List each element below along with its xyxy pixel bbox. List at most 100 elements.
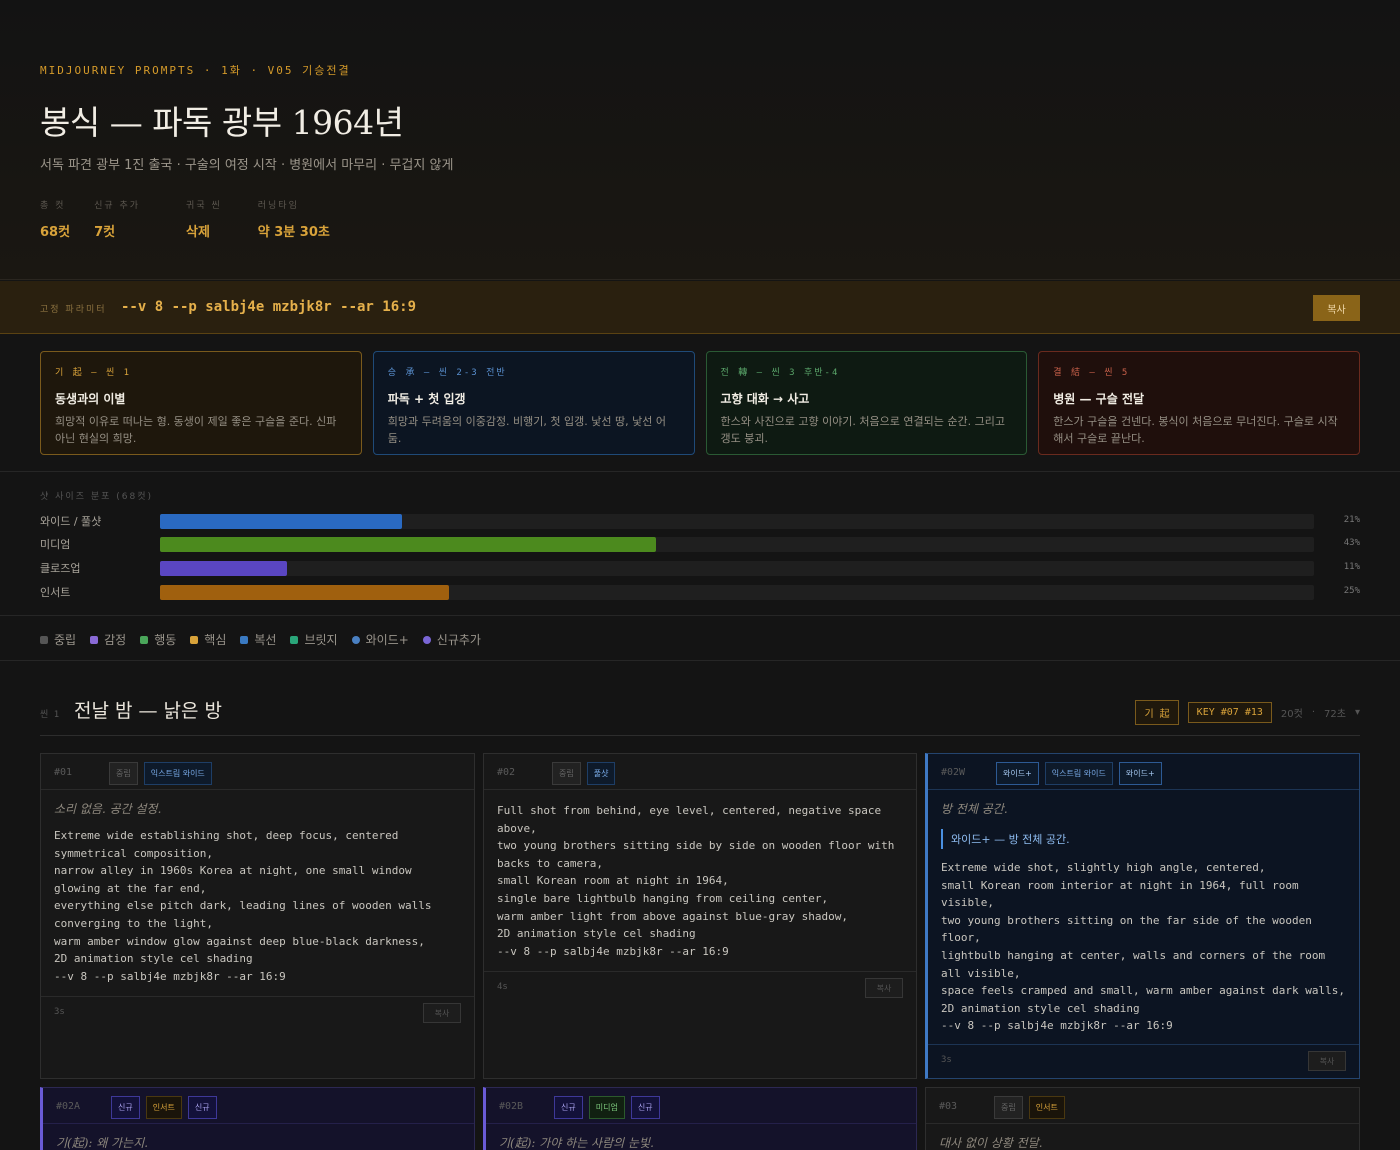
shot-chips: 신규 인서트 신규 bbox=[111, 1096, 217, 1119]
fixed-params-bar: 고정 파라미터 --v 8 --p salbj4e mzbjk8r --ar 1… bbox=[0, 281, 1400, 334]
divider bbox=[0, 615, 1400, 616]
legend-dot-icon bbox=[90, 635, 99, 644]
shot-card-02a[interactable]: #02A 신규 인서트 신규 기(起): 왜 가는지. bbox=[40, 1087, 475, 1150]
legend-item[interactable]: 행동 bbox=[140, 631, 176, 648]
copy-prompt-button[interactable]: 복사 bbox=[423, 1003, 461, 1023]
dist-pct: 25% bbox=[1343, 586, 1360, 596]
shot-id: #02A bbox=[56, 1101, 81, 1112]
page-subtitle: 서독 파견 광부 1진 출국 · 구술의 여정 시작 · 병원에서 마무리 · … bbox=[40, 158, 454, 173]
shot-card-body: 소리 없음. 공간 설정. Extreme wide establishing … bbox=[54, 800, 461, 985]
shot-chip: 중립 bbox=[109, 762, 138, 785]
legend-label: 중립 bbox=[54, 633, 77, 647]
shot-chip: 인서트 bbox=[1028, 1096, 1065, 1119]
legend-item[interactable]: 감정 bbox=[90, 631, 126, 648]
divider bbox=[0, 471, 1400, 472]
legend-item[interactable]: 중립 bbox=[40, 631, 76, 648]
dist-bar-fill bbox=[160, 561, 287, 576]
scene-arc-tag: 기 起 bbox=[1135, 700, 1179, 725]
shot-intent: 대사 없이 상황 전달. bbox=[939, 1136, 1043, 1150]
arc-title: 고향 대화 → 사고 bbox=[720, 392, 810, 406]
legend-dot-icon bbox=[240, 635, 249, 644]
legend-item[interactable]: 핵심 bbox=[190, 631, 226, 648]
shot-card-01[interactable]: #01 중립 익스트림 와이드 소리 없음. 공간 설정. Extreme wi… bbox=[40, 753, 475, 1079]
shot-card-body: 대사 없이 상황 전달. bbox=[939, 1134, 1346, 1150]
legend-label: 감정 bbox=[104, 633, 127, 647]
arc-head: 승 承 — 씬 2-3 전반 bbox=[387, 368, 507, 378]
arc-head: 결 結 — 씬 5 bbox=[1053, 368, 1130, 378]
shot-card-02w[interactable]: #02W 와이드+ 익스트림 와이드 와이드+ 방 전체 공간. 와이드+ — … bbox=[925, 753, 1360, 1079]
stat-label: 총 컷 bbox=[40, 201, 66, 211]
shot-chips: 중립 익스트림 와이드 bbox=[109, 762, 212, 785]
shot-id: #01 bbox=[54, 767, 73, 778]
copy-params-button[interactable]: 복사 bbox=[1313, 295, 1360, 321]
shot-card-03[interactable]: #03 중립 인서트 대사 없이 상황 전달. bbox=[925, 1087, 1360, 1150]
shot-card-body: 기(起): 가야 하는 사람의 눈빛. bbox=[499, 1134, 903, 1150]
shot-chip: 신규 bbox=[630, 1096, 660, 1119]
legend-dot-icon bbox=[190, 635, 199, 644]
arc-card-gyeol[interactable]: 결 結 — 씬 5 병원 — 구슬 전달 한스가 구슬을 건넨다. 봉식이 처음… bbox=[1038, 351, 1360, 455]
shot-intent: 소리 없음. 공간 설정. bbox=[54, 802, 162, 816]
shot-intent: 기(起): 가야 하는 사람의 눈빛. bbox=[499, 1136, 654, 1150]
shot-chip: 풀샷 bbox=[586, 762, 616, 785]
shot-card-body: 기(起): 왜 가는지. bbox=[56, 1134, 461, 1150]
dist-track bbox=[160, 561, 1314, 576]
dist-track bbox=[160, 537, 1314, 552]
dist-pct: 21% bbox=[1343, 515, 1360, 525]
scene-meta: 기 起 KEY #07 #13 20컷 · 72초 ▾ bbox=[1135, 700, 1360, 725]
shot-id: #03 bbox=[939, 1101, 958, 1112]
stat-label: 러닝타임 bbox=[257, 201, 299, 211]
arc-title: 병원 — 구슬 전달 bbox=[1053, 392, 1145, 406]
page-title: 봉식 — 파독 광부 1964년 bbox=[40, 103, 404, 142]
shot-chips: 와이드+ 익스트림 와이드 와이드+ bbox=[996, 762, 1162, 785]
stat-label: 신규 추가 bbox=[94, 201, 141, 211]
legend-label: 행동 bbox=[154, 633, 177, 647]
shot-card-02b[interactable]: #02B 신규 미디엄 신규 기(起): 가야 하는 사람의 눈빛. bbox=[483, 1087, 917, 1150]
shot-chip: 인서트 bbox=[145, 1096, 182, 1119]
legend-dot-icon bbox=[351, 635, 360, 644]
stat-label: 귀국 씬 bbox=[186, 201, 222, 211]
legend-dot-icon bbox=[40, 635, 48, 644]
shot-prompt: Extreme wide shot, slightly high angle, … bbox=[941, 861, 1345, 1033]
shot-card-header: #02 중립 풀샷 bbox=[484, 754, 916, 790]
dist-row-medium: 미디엄 43% bbox=[40, 536, 1360, 552]
legend-item[interactable]: 와이드+ bbox=[351, 631, 409, 648]
shot-prompt: Extreme wide establishing shot, deep foc… bbox=[54, 829, 432, 983]
arc-card-gi[interactable]: 기 起 — 씬 1 동생과의 이별 희망적 이유로 떠나는 형. 동생이 제일 … bbox=[40, 351, 362, 455]
stat-value: 약 3분 30초 bbox=[257, 225, 330, 240]
shot-card-header: #01 중립 익스트림 와이드 bbox=[41, 754, 474, 790]
copy-prompt-button[interactable]: 복사 bbox=[1308, 1051, 1346, 1071]
arc-desc: 희망적 이유로 떠나는 형. 동생이 제일 좋은 구슬을 준다. 신파 아닌 현… bbox=[55, 415, 337, 445]
legend-dot-icon bbox=[140, 635, 149, 644]
arc-card-jeon[interactable]: 전 轉 — 씬 3 후반-4 고향 대화 → 사고 한스와 사진으로 고향 이야… bbox=[705, 351, 1028, 455]
dist-row-wide: 와이드 / 풀샷 21% bbox=[40, 513, 1360, 529]
shot-duration: 4s bbox=[497, 982, 508, 992]
dist-row-closeup: 클로즈업 11% bbox=[40, 560, 1360, 576]
legend-item[interactable]: 신규추가 bbox=[422, 631, 481, 648]
dist-name: 와이드 / 풀샷 bbox=[40, 515, 102, 528]
shot-card-body: Full shot from behind, eye level, center… bbox=[497, 792, 903, 960]
dist-bar-fill bbox=[160, 514, 403, 529]
stat-runtime: 러닝타임 약 3분 30초 bbox=[258, 198, 330, 240]
scene-header[interactable]: 씬 1 전날 밤 — 낡은 방 기 起 KEY #07 #13 20컷 · 72… bbox=[40, 696, 1360, 736]
shot-card-header: #02B 신규 미디엄 신규 bbox=[486, 1088, 916, 1124]
chevron-down-icon[interactable]: ▾ bbox=[1355, 707, 1360, 718]
dist-track bbox=[160, 585, 1314, 600]
copy-prompt-button[interactable]: 복사 bbox=[865, 978, 903, 998]
shot-chip: 신규 bbox=[554, 1096, 583, 1119]
shot-card-02[interactable]: #02 중립 풀샷 Full shot from behind, eye lev… bbox=[483, 753, 917, 1079]
stat-value: 68컷 bbox=[40, 225, 71, 240]
legend-item[interactable]: 복선 bbox=[240, 631, 276, 648]
legend-label: 핵심 bbox=[204, 633, 227, 647]
arc-card-seung[interactable]: 승 承 — 씬 2-3 전반 파독 + 첫 입갱 희망과 두려움의 이중감정. … bbox=[372, 351, 695, 455]
legend-item[interactable]: 브릿지 bbox=[290, 631, 338, 648]
stat-new: 신규 추가 7컷 bbox=[94, 198, 140, 240]
shot-chip: 익스트림 와이드 bbox=[143, 762, 212, 785]
stat-value: 7컷 bbox=[94, 225, 116, 240]
divider bbox=[0, 660, 1400, 661]
arc-title: 파독 + 첫 입갱 bbox=[387, 392, 466, 406]
dist-row-insert: 인서트 25% bbox=[40, 584, 1360, 600]
shot-intent: 기(起): 왜 가는지. bbox=[56, 1136, 149, 1150]
stat-total: 총 컷 68컷 bbox=[40, 198, 70, 240]
shot-chip: 와이드+ bbox=[996, 762, 1039, 785]
arc-head: 전 轉 — 씬 3 후반-4 bbox=[720, 368, 840, 378]
